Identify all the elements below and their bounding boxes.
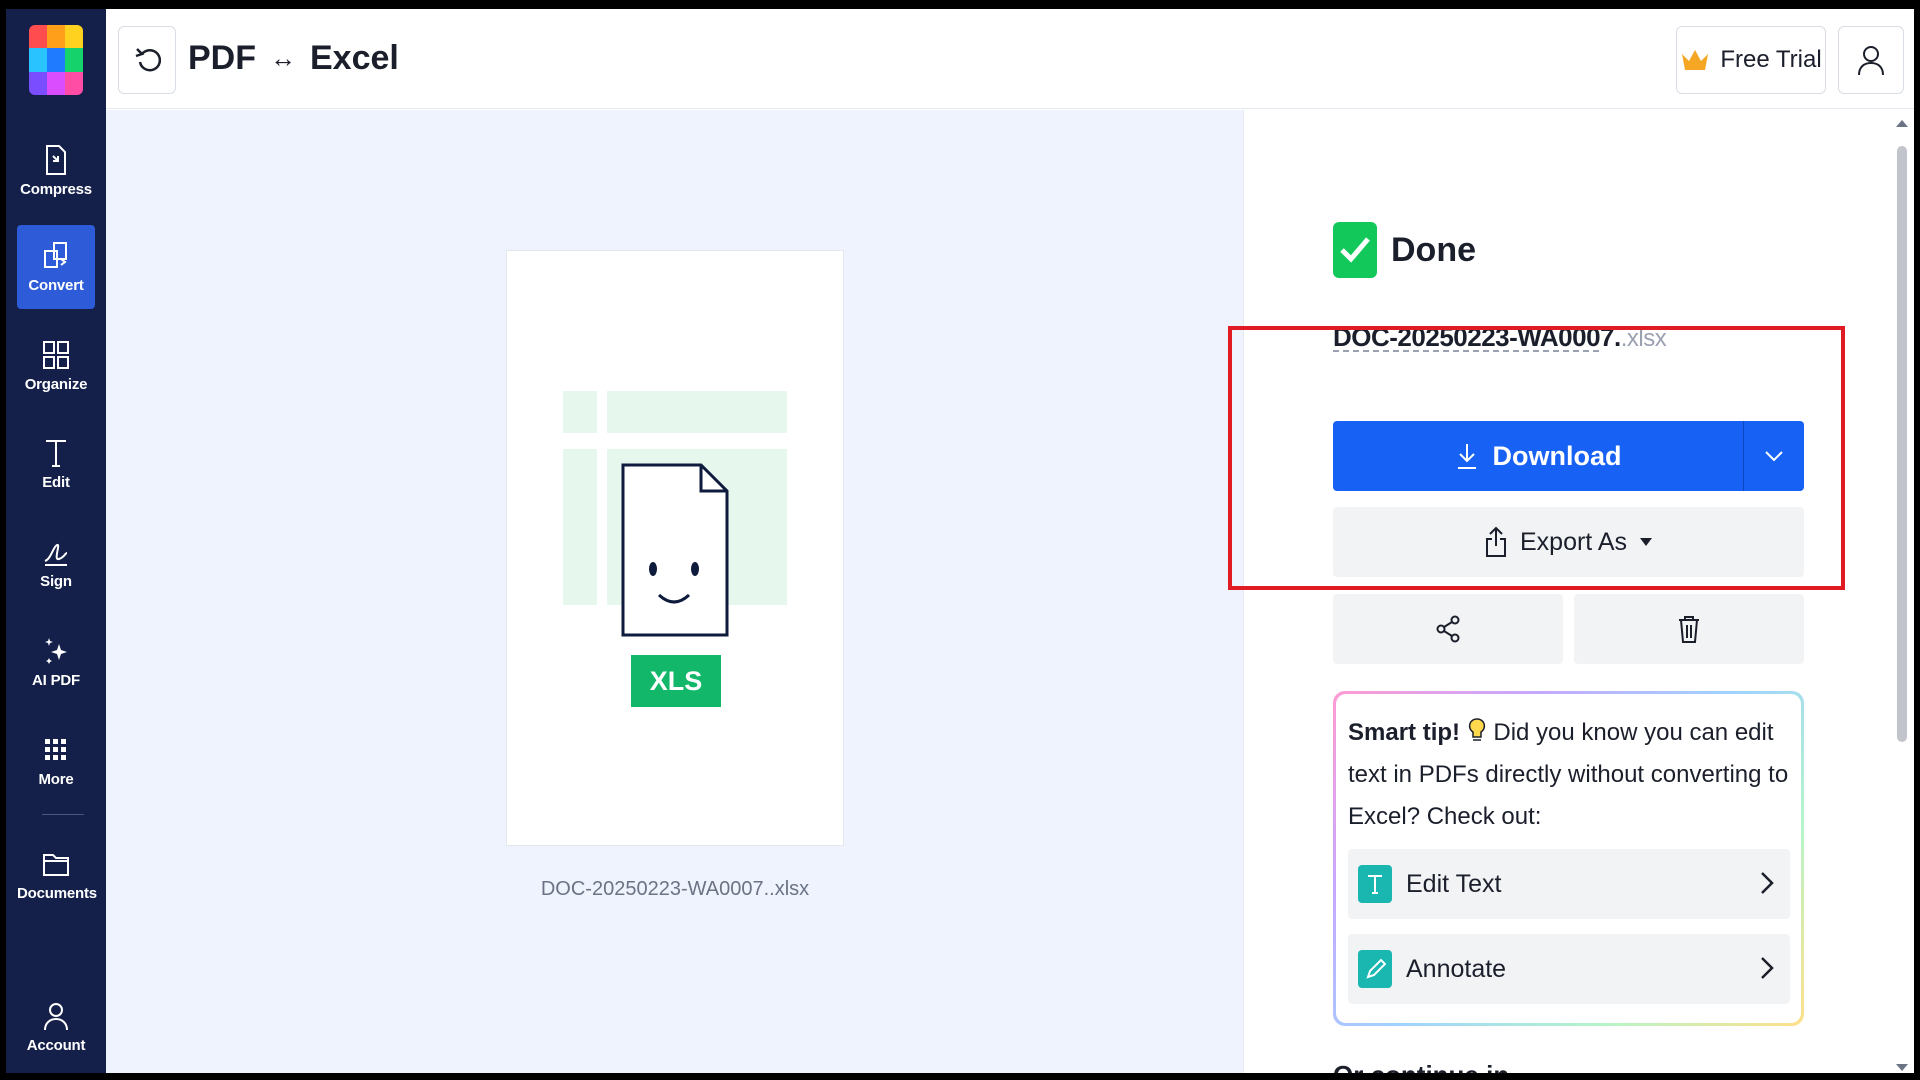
trash-icon [1679, 616, 1699, 643]
spreadsheet-illustration [563, 391, 787, 637]
pencil-icon [1358, 950, 1392, 988]
sidebar-item-more[interactable]: More [17, 719, 95, 803]
download-icon [1457, 444, 1476, 469]
convert-icon [44, 242, 67, 268]
sidebar-divider [42, 814, 84, 815]
user-icon [1858, 46, 1884, 76]
smart-tip-title: Smart tip! [1348, 719, 1461, 746]
organize-icon [43, 341, 69, 369]
filename-ext: .xlsx [1620, 325, 1667, 352]
sidebar-item-edit[interactable]: Edit [17, 422, 95, 506]
compress-icon [46, 145, 66, 175]
sidebar-item-compress[interactable]: Compress [17, 129, 95, 213]
sidebar: Compress Convert Organize Edit Sign AI P… [6, 9, 106, 1073]
sidebar-item-label: Organize [24, 376, 88, 393]
user-icon [44, 1003, 68, 1031]
app-logo[interactable] [29, 25, 83, 95]
sidebar-item-label: Sign [40, 573, 72, 590]
sidebar-item-ai-pdf[interactable]: AI PDF [17, 620, 95, 704]
undo-icon [135, 48, 161, 72]
download-options-button[interactable] [1744, 421, 1804, 491]
account-button[interactable] [1838, 26, 1904, 94]
export-as-button[interactable]: Export As [1333, 507, 1804, 577]
undo-button[interactable] [118, 26, 176, 94]
scroll-down-arrow-icon [1896, 1064, 1908, 1071]
sidebar-item-label: Edit [42, 474, 70, 491]
download-button[interactable]: Download [1333, 421, 1743, 491]
tip-annotate[interactable]: Annotate [1348, 934, 1790, 1004]
app-window: Compress Convert Organize Edit Sign AI P… [6, 9, 1914, 1073]
delete-button[interactable] [1574, 594, 1804, 664]
chevron-right-icon [1761, 957, 1774, 979]
output-filename[interactable]: DOC-20250223-WA0007..xlsx [1333, 322, 1667, 353]
file-type-badge: XLS [631, 655, 721, 707]
thumbnail-filename: DOC-20250223-WA0007..xlsx [540, 878, 810, 900]
panel-scrollbar[interactable] [1894, 118, 1908, 1073]
title-source: PDF [188, 39, 256, 77]
sidebar-item-label: Compress [20, 181, 92, 198]
share-icon [1436, 615, 1460, 643]
folder-icon [43, 854, 69, 876]
status-done: Done [1333, 222, 1476, 278]
sidebar-item-label: AI PDF [32, 672, 80, 689]
export-label: Export As [1520, 527, 1627, 556]
crown-icon [1682, 50, 1709, 70]
preview-area: XLS DOC-20250223-WA0007..xlsx [106, 110, 1243, 1073]
sidebar-item-label: Convert [28, 277, 84, 294]
sidebar-item-convert[interactable]: Convert [17, 225, 95, 309]
filename-edit-underline [1333, 350, 1599, 352]
ai-sparkle-icon [45, 638, 67, 664]
sidebar-item-documents[interactable]: Documents [17, 833, 97, 917]
filename-base: DOC-20250223-WA0007. [1333, 322, 1621, 352]
chevron-right-icon [1761, 872, 1774, 894]
status-label: Done [1391, 230, 1476, 269]
free-trial-button[interactable]: Free Trial [1676, 26, 1826, 94]
sidebar-item-sign[interactable]: Sign [17, 521, 95, 605]
sidebar-item-account[interactable]: Account [17, 985, 95, 1069]
sidebar-item-label: Account [26, 1037, 86, 1054]
sidebar-item-label: Documents [17, 885, 97, 902]
smart-tip-card: Smart tip! Did you know you can edit tex… [1333, 691, 1804, 1026]
free-trial-label: Free Trial [1720, 46, 1822, 73]
tip-item-label: Edit Text [1406, 869, 1502, 898]
checkmark-icon [1333, 222, 1377, 278]
tip-edit-text[interactable]: Edit Text [1348, 849, 1790, 919]
share-export-icon [1486, 526, 1506, 557]
text-icon [1358, 865, 1392, 903]
caret-down-icon [1640, 538, 1652, 546]
page-title: PDF ↔ Excel [188, 39, 399, 78]
sidebar-item-organize[interactable]: Organize [17, 324, 95, 408]
top-header: PDF ↔ Excel Free Trial [106, 9, 1914, 109]
result-panel: Done DOC-20250223-WA0007..xlsx Download … [1243, 110, 1914, 1073]
grid-icon [45, 739, 66, 760]
lightbulb-icon [1468, 718, 1485, 741]
tip-item-label: Annotate [1406, 954, 1507, 983]
title-arrow: ↔ [270, 43, 296, 73]
title-target: Excel [310, 39, 399, 77]
sign-icon [44, 544, 68, 566]
document-thumbnail[interactable]: XLS [506, 250, 844, 846]
scrollbar-thumb[interactable] [1897, 146, 1907, 742]
sidebar-item-label: More [38, 771, 74, 788]
scroll-up-arrow-icon [1896, 120, 1908, 127]
smart-tip-text: Smart tip! Did you know you can edit tex… [1348, 712, 1794, 838]
chevron-down-icon [1765, 451, 1783, 462]
download-button-group: Download [1333, 421, 1804, 491]
download-label: Download [1492, 440, 1622, 471]
continue-in-heading: Or continue in [1333, 1060, 1509, 1073]
share-button[interactable] [1333, 594, 1563, 664]
edit-icon [46, 440, 66, 467]
